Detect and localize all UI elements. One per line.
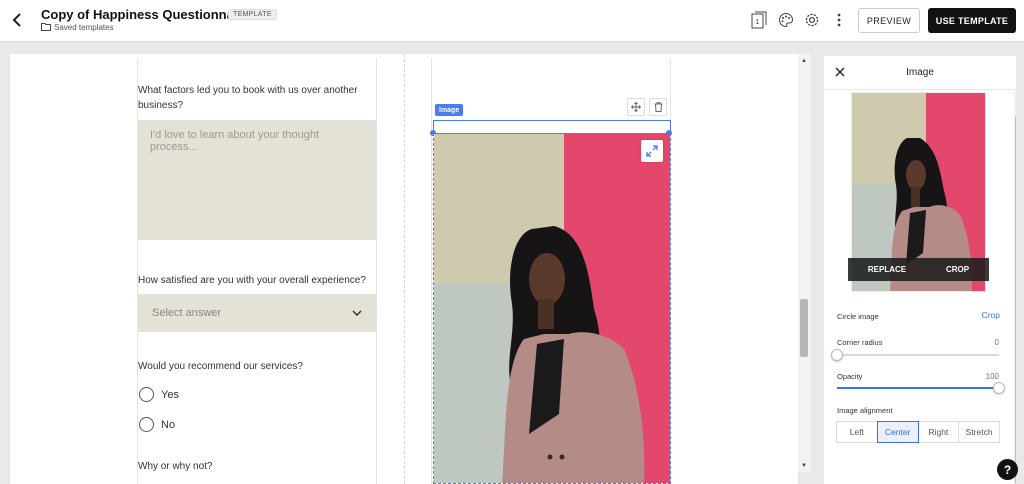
trash-icon[interactable] — [649, 98, 667, 116]
corner-radius-label: Corner radius — [837, 338, 883, 347]
panel-title: Image — [906, 67, 934, 78]
template-badge: TEMPLATE — [228, 9, 277, 20]
palette-icon[interactable] — [776, 10, 796, 30]
answer-textarea[interactable]: I'd love to learn about your thought pro… — [138, 120, 376, 240]
gear-icon[interactable] — [802, 10, 822, 30]
radio-label: Yes — [161, 388, 179, 401]
expand-icon[interactable] — [641, 140, 663, 162]
radio-label: No — [161, 418, 176, 431]
align-stretch-button[interactable]: Stretch — [958, 421, 1000, 443]
slider-knob[interactable] — [993, 382, 1005, 394]
page-title: Copy of Happiness Questionnaire — [41, 7, 250, 22]
circle-crop-link[interactable]: Crop — [982, 310, 1000, 320]
opacity-value: 100 — [985, 372, 999, 381]
slider-fill — [837, 387, 999, 389]
column-divider — [404, 54, 405, 484]
breadcrumb[interactable]: Saved templates — [41, 22, 114, 33]
question-label: What factors led you to book with us ove… — [138, 85, 358, 111]
question-label: Would you recommend our services? — [138, 361, 303, 372]
back-arrow-icon[interactable] — [8, 10, 28, 30]
panel-scrollbar[interactable] — [1014, 90, 1016, 484]
replace-button[interactable]: REPLACE — [868, 265, 906, 274]
scroll-thumb[interactable] — [800, 299, 808, 357]
scroll-up-icon[interactable]: ▲ — [801, 58, 807, 64]
crop-button[interactable]: CROP — [946, 265, 969, 274]
more-options-icon[interactable] — [829, 10, 849, 30]
panel-header: Image — [824, 56, 1016, 90]
scroll-down-icon[interactable]: ▼ — [801, 463, 807, 469]
alignment-button-group: Left Center Right Stretch — [836, 421, 1000, 443]
radio-circle — [139, 417, 154, 432]
editor-canvas: What factors led you to book with us ove… — [10, 54, 798, 484]
image-alignment-label: Image alignment — [837, 406, 893, 415]
pages-icon[interactable]: 1 — [749, 10, 769, 30]
portrait-photo[interactable] — [433, 133, 671, 484]
circle-image-label: Circle image — [837, 312, 879, 321]
help-button[interactable]: ? — [997, 459, 1018, 480]
question-label: How satisfied are you with your overall … — [138, 275, 366, 286]
breadcrumb-label: Saved templates — [54, 23, 114, 32]
folder-icon — [41, 22, 51, 33]
align-left-button[interactable]: Left — [836, 421, 878, 443]
radio-option-no[interactable]: No — [139, 417, 175, 432]
slider-knob[interactable] — [831, 349, 843, 361]
question-label: Why or why not? — [138, 461, 213, 472]
page-count: 1 — [756, 19, 760, 26]
corner-radius-value: 0 — [994, 338, 999, 347]
corner-radius-slider[interactable] — [831, 349, 999, 361]
canvas-scrollbar[interactable]: ▲ ▼ — [798, 54, 810, 472]
panel-scroll-thumb[interactable] — [1015, 116, 1016, 484]
use-template-button[interactable]: USE TEMPLATE — [928, 8, 1016, 33]
image-action-bar: REPLACE CROP — [848, 258, 989, 281]
satisfaction-select[interactable]: Select answer — [138, 294, 376, 332]
image-block-tag: Image — [435, 104, 464, 116]
image-settings-panel: Image REPLACE CROP Circle image Crop Cor… — [824, 56, 1016, 484]
select-value: Select answer — [152, 307, 222, 319]
top-bar: Copy of Happiness Questionnaire TEMPLATE… — [0, 0, 1024, 42]
radio-option-yes[interactable]: Yes — [139, 387, 179, 402]
preview-button[interactable]: PREVIEW — [858, 8, 920, 33]
opacity-slider[interactable] — [837, 382, 1005, 394]
radio-circle — [139, 387, 154, 402]
align-right-button[interactable]: Right — [917, 421, 960, 443]
image-selection-box[interactable] — [433, 120, 671, 134]
align-center-button[interactable]: Center — [876, 421, 919, 443]
chevron-down-icon — [352, 307, 362, 319]
move-icon[interactable] — [627, 98, 645, 116]
opacity-label: Opacity — [837, 372, 863, 381]
